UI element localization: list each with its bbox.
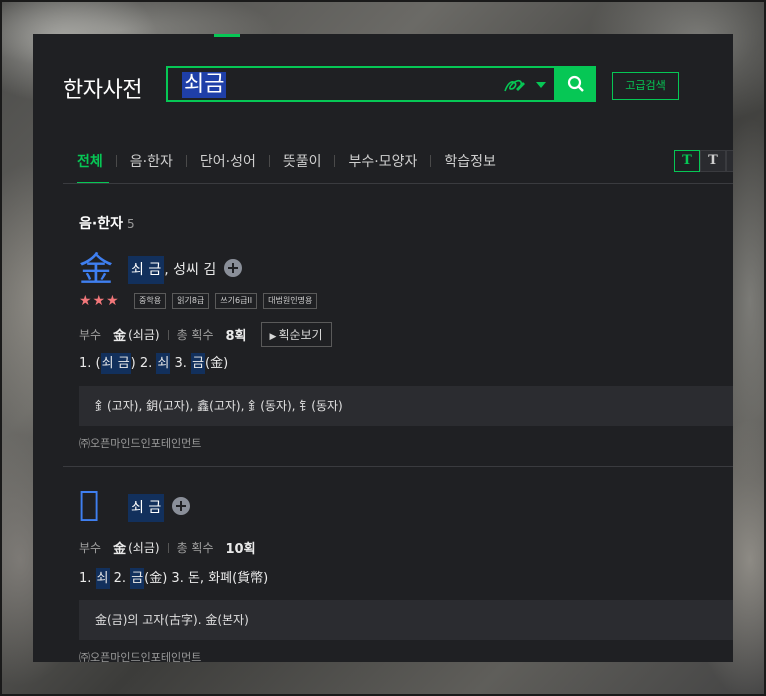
level-badge: 쓰기6급II — [215, 293, 258, 309]
hanja-character[interactable]: 金 — [79, 242, 113, 291]
radical-value[interactable]: 金 — [113, 538, 126, 557]
radical-stroke-info: 부수 金 (쇠금) 총 획수 8획 ▶ 획순보기 — [79, 322, 332, 347]
variant-characters: 金(금)의 고자(古字). 金(본자) — [79, 600, 733, 640]
radical-name: (쇠금) — [128, 328, 160, 342]
level-badge: 중학용 — [134, 293, 167, 309]
hanja-reading: 쇠 금 — [128, 494, 165, 522]
search-input[interactable]: 쇠금 — [166, 66, 556, 102]
play-icon: ▶ — [269, 332, 277, 342]
handwriting-input-icon[interactable] — [502, 74, 526, 96]
font-style-toggle-3[interactable]: T — [726, 150, 733, 172]
radical-value[interactable]: 金 — [113, 325, 126, 344]
search-button[interactable] — [556, 66, 596, 102]
meaning-keyword[interactable]: 쇠 — [156, 353, 171, 374]
meaning-text: 2. — [109, 571, 131, 586]
tab-learning[interactable]: 학습정보 — [444, 151, 496, 171]
strokes-label: 총 획수 — [176, 541, 214, 555]
tab-separator — [268, 155, 270, 167]
meaning-text: 1. ( — [79, 356, 101, 371]
divider — [63, 466, 733, 467]
divider — [63, 183, 733, 184]
tab-all[interactable]: 전체 — [77, 151, 103, 171]
meaning-text: (金) 3. 돈, 화폐(貨幣) — [144, 571, 269, 586]
divider — [167, 329, 169, 340]
reading-highlight[interactable]: 쇠 금 — [128, 494, 165, 522]
tab-separator — [185, 155, 187, 167]
search-value[interactable]: 쇠금 — [182, 72, 227, 98]
tab-separator — [115, 155, 117, 167]
tab-separator — [334, 155, 336, 167]
tab-words-idioms[interactable]: 단어·성어 — [200, 151, 256, 171]
hanja-reading: 쇠 금, 성씨 김 — [128, 256, 217, 284]
meaning-text: ) 2. — [130, 356, 157, 371]
meanings-list: 1. (쇠 금) 2. 쇠 3. 금(金) — [79, 352, 229, 374]
reading-extra: , 성씨 김 — [164, 262, 217, 278]
section-heading: 음·한자 5 — [79, 213, 135, 233]
section-count: 5 — [126, 217, 135, 231]
radical-label: 부수 — [79, 328, 102, 342]
chevron-down-icon[interactable] — [536, 82, 546, 88]
add-vocab-icon[interactable] — [224, 259, 242, 277]
tab-sound-hanja[interactable]: 음·한자 — [130, 151, 173, 171]
tab-separator — [430, 155, 432, 167]
meaning-keyword[interactable]: 금 — [130, 568, 145, 589]
stroke-order-button[interactable]: ▶ 획순보기 — [260, 322, 332, 347]
advanced-search-button[interactable]: 고급검색 — [612, 72, 679, 100]
meaning-text: (金) — [205, 356, 229, 371]
tab-definitions[interactable]: 뜻풀이 — [283, 151, 322, 171]
level-badges: 중학용 읽기8급 쓰기6급II 대법원인명용 — [134, 293, 323, 309]
radical-label: 부수 — [79, 541, 102, 555]
hanja-character[interactable]: 𨥁 — [79, 484, 99, 524]
add-vocab-icon[interactable] — [172, 497, 190, 515]
dictionary-panel: 한자사전 쇠금 고급검색 전체 음·한자 단어·성어 뜻풀이 부수·모양자 학습… — [33, 34, 733, 662]
category-tabs: 전체 음·한자 단어·성어 뜻풀이 부수·모양자 학습정보 — [77, 150, 496, 172]
font-style-toggle-1[interactable]: T — [674, 150, 700, 172]
font-style-toggle-2[interactable]: T — [700, 150, 726, 172]
meanings-list: 1. 쇠 2. 금(金) 3. 돈, 화폐(貨幣) — [79, 567, 269, 589]
search-icon — [567, 75, 584, 92]
divider — [167, 542, 169, 553]
radical-stroke-info: 부수 金 (쇠금) 총 획수 10획 — [79, 538, 256, 557]
strokes-value: 10획 — [225, 542, 256, 557]
stroke-order-label: 획순보기 — [278, 328, 323, 342]
strokes-value: 8획 — [225, 329, 247, 344]
variant-characters: 釒(고자), 鈅(고자), 鑫(고자), 釒(동자), 钅(동자) — [79, 386, 733, 426]
meaning-keyword[interactable]: 쇠 금 — [100, 353, 131, 374]
radical-name: (쇠금) — [128, 541, 160, 555]
meaning-text: 1. — [79, 571, 96, 586]
strokes-label: 총 획수 — [176, 328, 214, 342]
meaning-keyword[interactable]: 쇠 — [95, 568, 110, 589]
level-badge: 대법원인명용 — [263, 293, 318, 309]
brand-title[interactable]: 한자사전 — [63, 72, 142, 104]
source-credit: ㈜오픈마인드인포테인먼트 — [79, 437, 202, 450]
top-accent-bar — [214, 34, 240, 37]
reading-highlight[interactable]: 쇠 금 — [128, 256, 165, 284]
source-credit: ㈜오픈마인드인포테인먼트 — [79, 651, 202, 662]
meaning-text: 3. — [170, 356, 192, 371]
level-badge: 읽기8급 — [172, 293, 210, 309]
tab-radicals[interactable]: 부수·모양자 — [348, 151, 417, 171]
section-title: 음·한자 — [79, 216, 123, 232]
meaning-keyword[interactable]: 금 — [191, 353, 206, 374]
importance-stars: ★★★ — [79, 293, 120, 309]
